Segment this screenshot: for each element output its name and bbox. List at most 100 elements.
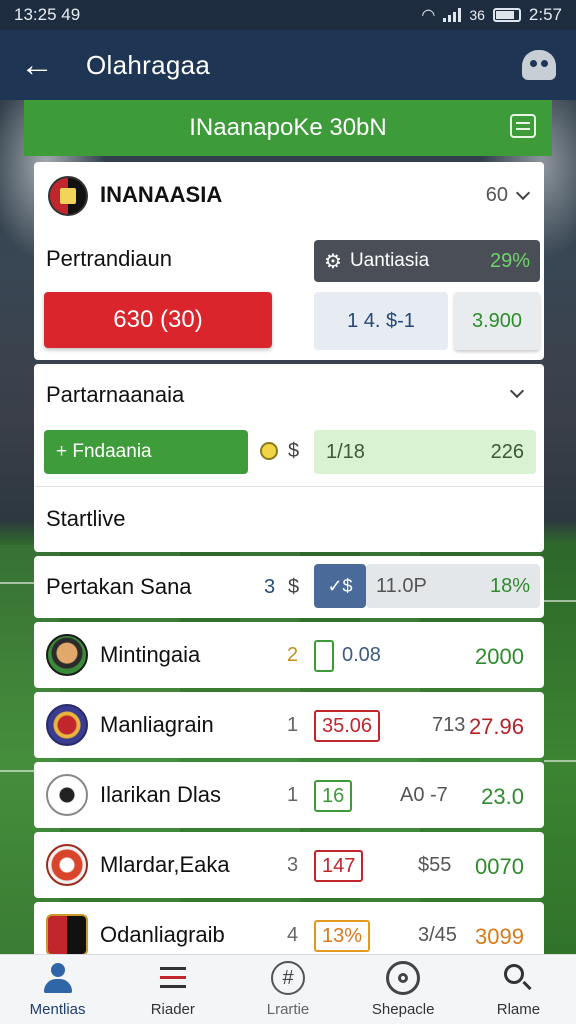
secondary-card: Partarnaanaia + Fndaania $ 1/18 226 Star… [34, 364, 544, 552]
header-row-bar: 11.0P 18% [366, 564, 540, 608]
header-row-mid: 11.0P [376, 574, 427, 597]
wifi-icon: ◠ [421, 7, 436, 24]
nav-label: Shepacle [371, 1001, 435, 1018]
team-name: Manliagrain [100, 712, 214, 737]
odds-a-label: 1 4. $-1 [347, 309, 415, 332]
nav-label: Lrartie [266, 1001, 310, 1018]
team-logo [46, 844, 88, 886]
pin-icon [386, 961, 421, 995]
currency-label: $ [288, 440, 300, 462]
chevron-down-icon [515, 185, 531, 201]
progress-right: 226 [490, 440, 524, 463]
odds-box[interactable]: 16 [314, 780, 353, 812]
list-icon[interactable] [510, 114, 536, 138]
nav-item-mentlias[interactable]: Mentlias [0, 955, 115, 1024]
menu-icon [156, 961, 190, 995]
nav-item-shepacle[interactable]: Shepacle [346, 955, 461, 1024]
team-logo [46, 704, 88, 746]
nav-label: Riader [150, 1001, 195, 1018]
network-label: 36 [469, 7, 485, 23]
odds-box[interactable] [314, 640, 334, 672]
odds-box[interactable]: 13% [314, 920, 371, 952]
pitch-line [0, 582, 34, 584]
list-item[interactable]: Mintingaia 2 0.08 2000 [34, 622, 544, 688]
team-logo [46, 774, 88, 816]
page-title: Olahragaa [86, 49, 211, 80]
row-num: 3 [287, 854, 299, 876]
nav-item-riader[interactable]: Riader [115, 955, 230, 1024]
coin-icon [260, 442, 278, 460]
chevron-down-icon[interactable] [509, 383, 525, 399]
hash-icon: # [271, 961, 305, 995]
odds-button-a[interactable]: 1 4. $-1 [314, 292, 448, 350]
arrow-left-icon[interactable]: ← [20, 46, 60, 85]
main-bet-label: 630 (30) [113, 306, 203, 333]
header-row-value: 18% [489, 574, 530, 597]
nav-label: Mentlias [29, 1001, 86, 1018]
header-row-label: Pertakan Sana [46, 574, 192, 599]
team-name: INANAASIA [100, 182, 223, 207]
odds-mid: 0.08 [342, 644, 381, 666]
team-logo [46, 914, 88, 956]
startlive-link[interactable]: Startlive [46, 506, 125, 532]
check-icon: ✓$ [327, 575, 353, 596]
header-row-num: 3 [264, 576, 276, 598]
divider [34, 486, 544, 487]
pitch-line [544, 600, 576, 602]
odds-mid: 3/45 [418, 924, 457, 946]
app-bar: ← Olahragaa [0, 30, 576, 100]
team-name: Odanliagraib [100, 922, 225, 947]
live-pill-value: 29% [489, 249, 530, 272]
odds-b-label: 3.900 [471, 309, 523, 332]
odds-value: 27.96 [468, 714, 524, 739]
progress-bar: 1/18 226 [314, 430, 536, 474]
odds-value: 0070 [475, 854, 524, 879]
odds-mid: A0 -7 [400, 784, 448, 806]
promo-banner[interactable]: INaanapoKe 30bN [24, 100, 552, 156]
status-bar: 13:25 49 ◠ 36 2:57 [0, 0, 576, 30]
search-icon [501, 961, 535, 995]
odds-mid: $55 [418, 854, 452, 876]
nav-item-rlame[interactable]: Rlame [461, 955, 576, 1024]
banner-title: INaanapoKe 30bN [189, 114, 387, 141]
list-item[interactable]: Mlardar,Eaka 3 147 $55 0070 [34, 832, 544, 898]
odds-value: 2000 [475, 644, 524, 669]
team-logo [48, 176, 88, 216]
odds-box[interactable]: 35.06 [314, 710, 381, 742]
live-pill-label: Uantiasia [349, 250, 430, 271]
featured-match-card: INANAASIA 60 Pertrandiaun ⚙ Uantiasia 29… [34, 162, 544, 360]
team-name: Mintingaia [100, 642, 201, 667]
match-count: 60 [485, 184, 508, 206]
gear-icon: ⚙ [324, 250, 342, 273]
pitch-line [544, 760, 576, 762]
odds-value: 3099 [475, 924, 524, 949]
check-button[interactable]: ✓$ [314, 564, 366, 608]
section-label: Pertrandiaun [46, 246, 172, 271]
status-clock: 2:57 [528, 5, 562, 24]
live-pill[interactable]: ⚙ Uantiasia 29% [314, 240, 540, 282]
odds-button-b[interactable]: 3.900 [454, 292, 540, 350]
team-name: Mlardar,Eaka [100, 852, 230, 877]
row-num: 2 [287, 644, 299, 666]
odds-mid: 713 [432, 714, 466, 736]
ghost-icon[interactable] [522, 50, 556, 80]
add-button[interactable]: + Fndaania [44, 430, 248, 474]
main-bet-button[interactable]: 630 (30) [44, 292, 272, 348]
list-item[interactable]: Ilarikan Dlas 1 16 A0 -7 23.0 [34, 762, 544, 828]
pitch-line [0, 770, 34, 772]
signal-icon [443, 8, 462, 22]
user-icon [41, 961, 75, 995]
progress-left: 1/18 [326, 440, 365, 463]
row-num: 1 [287, 784, 299, 806]
list-item[interactable]: Manliagrain 1 35.06 713 27.96 [34, 692, 544, 758]
odds-box[interactable]: 147 [314, 850, 364, 882]
battery-icon [492, 8, 521, 22]
team-name: Ilarikan Dlas [100, 782, 222, 807]
match-count-dropdown[interactable]: 60 [485, 184, 531, 207]
nav-label: Rlame [496, 1001, 541, 1018]
status-icons: ◠ 36 2:57 [421, 5, 562, 25]
row-num: 1 [287, 714, 299, 736]
nav-item-lrartie[interactable]: # Lrartie [230, 955, 345, 1024]
header-row[interactable]: Pertakan Sana 3 $ ✓$ 11.0P 18% [34, 556, 544, 618]
odds-value: 23.0 [481, 784, 524, 809]
